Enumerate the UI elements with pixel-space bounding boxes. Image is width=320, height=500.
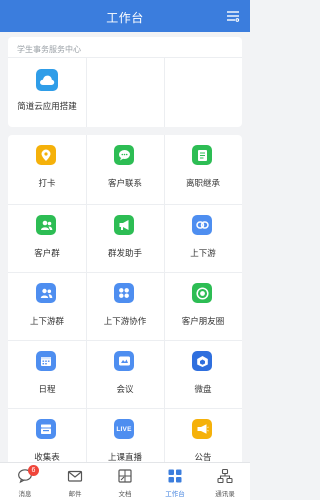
app-grid: 打卡 客户联系 离职继承客户群 群发助手 上下游上下游群 上下游协作 客户朋友圈日程 会议 微盘… [8, 135, 242, 475]
document-icon [192, 145, 212, 165]
tab-label: 邮件 [68, 491, 82, 498]
icon-text: LIVE [116, 425, 132, 433]
app-label: 客户朋友圈 [181, 316, 225, 326]
chat-bubble-icon [114, 145, 134, 165]
workbench-icon [167, 468, 183, 484]
app-label: 上下游协作 [103, 316, 147, 326]
app-label: 离职继承 [185, 178, 220, 188]
app-tile[interactable]: 会议 [86, 341, 164, 404]
tab-mail[interactable]: 邮件 [50, 463, 100, 500]
app-tile[interactable]: 离职继承 [164, 135, 242, 198]
app-tile[interactable]: 上下游协作 [86, 273, 164, 336]
video-meeting-icon [114, 351, 134, 371]
app-label: 会议 [116, 384, 134, 394]
tab-message[interactable]: 消息 6 [0, 463, 50, 500]
app-tile[interactable]: 打卡 [8, 135, 86, 198]
app-label: 客户群 [34, 248, 60, 258]
app-label: 上下游群 [29, 316, 64, 326]
live-icon: LIVE [114, 419, 134, 439]
app-label: 上下游 [190, 248, 216, 258]
app-tile[interactable]: 客户群 [8, 205, 86, 268]
bottom-tab-bar: 消息 6 邮件 文档 工作台 通讯录 [0, 462, 250, 500]
app-label: 打卡 [38, 178, 56, 188]
app-label: 简道云应用搭建 [17, 101, 77, 111]
app-tile[interactable]: 客户联系 [86, 135, 164, 198]
announcement-icon [192, 419, 212, 439]
app-tile[interactable]: 上下游群 [8, 273, 86, 336]
megaphone-icon [114, 215, 134, 235]
app-label: 群发助手 [107, 248, 142, 258]
section-title: 学生事务服务中心 [17, 45, 81, 54]
calendar-icon [36, 351, 56, 371]
drive-icon [192, 351, 212, 371]
unread-badge: 6 [28, 465, 39, 476]
tab-document-tab[interactable]: 文档 [100, 463, 150, 500]
tab-label: 工作台 [165, 491, 185, 498]
service-center-section: 学生事务服务中心 简道云应用搭建 [8, 37, 242, 127]
tab-label: 消息 [18, 491, 32, 498]
app-label: 客户联系 [107, 178, 142, 188]
camera-shutter-icon [192, 283, 212, 303]
app-label: 日程 [38, 384, 56, 394]
tab-workbench[interactable]: 工作台 [150, 463, 200, 500]
page-title: 工作台 [106, 11, 144, 25]
cloud-icon [36, 69, 58, 91]
contacts-icon [217, 468, 233, 484]
tab-label: 文档 [118, 491, 132, 498]
divider [164, 57, 165, 127]
app-tile[interactable]: 微盘 [164, 341, 242, 404]
menu-settings-icon[interactable] [226, 9, 240, 23]
top-bar: 工作台 [0, 0, 250, 32]
app-tile[interactable]: 群发助手 [86, 205, 164, 268]
people-icon [36, 283, 56, 303]
app-tile[interactable]: 客户朋友圈 [164, 273, 242, 336]
location-pin-icon [36, 145, 56, 165]
app-label: 微盘 [194, 384, 212, 394]
group-icon [36, 215, 56, 235]
mail-icon [67, 468, 83, 484]
grid-apps-icon [114, 283, 134, 303]
app-tile[interactable]: 日程 [8, 341, 86, 404]
form-icon [36, 419, 56, 439]
divider [86, 57, 87, 127]
app-tile[interactable]: 上下游 [164, 205, 242, 268]
tab-label: 通讯录 [215, 491, 235, 498]
tab-contacts[interactable]: 通讯录 [200, 463, 250, 500]
document-tab-icon [117, 468, 133, 484]
app-tile-jiandaoyun[interactable]: 简道云应用搭建 [8, 57, 86, 127]
link-icon [192, 215, 212, 235]
